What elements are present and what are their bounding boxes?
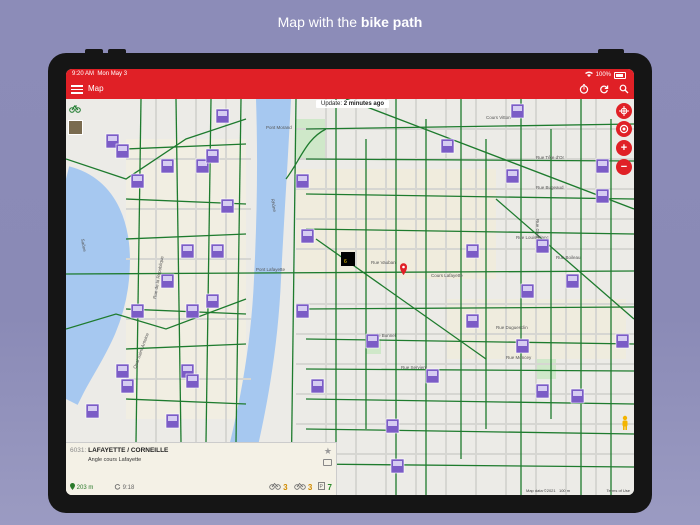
page-caption: Map with the bike path xyxy=(0,14,700,30)
station-marker-top xyxy=(118,146,127,151)
station-marker-top xyxy=(508,171,517,176)
station-distance: 203 m xyxy=(70,483,93,491)
app-toolbar: Map xyxy=(66,79,634,99)
station-marker-top xyxy=(183,366,192,371)
selected-station-bikes: 6 xyxy=(344,259,347,265)
station-address: Angle cours Lafayette xyxy=(88,457,142,463)
station-marker-top xyxy=(133,176,142,181)
map-label: Rue Vauban xyxy=(371,260,396,265)
pegman-icon[interactable] xyxy=(620,415,630,431)
station-marker-top xyxy=(198,161,207,166)
target-icon[interactable] xyxy=(616,121,632,137)
zoom-out-button[interactable]: − xyxy=(616,159,632,175)
station-marker-top xyxy=(188,306,197,311)
station-marker-top xyxy=(188,376,197,381)
battery-icon xyxy=(614,71,626,79)
refresh-icon[interactable] xyxy=(598,83,610,95)
station-marker-top xyxy=(598,191,607,196)
station-marker-top xyxy=(303,231,312,236)
station-marker-top xyxy=(213,246,222,251)
ebike-icon xyxy=(293,482,306,490)
station-marker-top xyxy=(538,386,547,391)
station-marker-top xyxy=(468,316,477,321)
ebike-count: 3 xyxy=(293,482,312,492)
station-marker-top xyxy=(123,381,132,386)
sync-icon xyxy=(114,484,121,490)
wifi-icon xyxy=(584,71,593,79)
station-marker-top xyxy=(393,461,402,466)
locate-icon[interactable] xyxy=(616,103,632,119)
station-marker-top xyxy=(513,106,522,111)
caption-prefix: Map with the xyxy=(277,14,361,30)
station-marker-top xyxy=(523,286,532,291)
station-updated: 9:18 xyxy=(114,483,134,491)
map-label: Rue Boileau xyxy=(556,255,581,260)
station-marker-top xyxy=(163,276,172,281)
station-marker-top xyxy=(568,276,577,281)
station-marker-top xyxy=(468,246,477,251)
map-data-attribution: Map data ©2021 100 m xyxy=(526,488,571,493)
station-marker-top xyxy=(518,341,527,346)
toolbar-title: Map xyxy=(88,84,104,93)
station-marker-top xyxy=(368,336,377,341)
parking-icon: P xyxy=(318,482,326,490)
card-icon xyxy=(323,459,332,466)
bike-icon xyxy=(269,482,281,490)
location-pin-icon xyxy=(70,483,75,490)
station-marker-top xyxy=(218,111,227,116)
map-view[interactable]: Cours Vitton Rue Vauban Cours Lafayette … xyxy=(66,99,634,495)
station-marker-top xyxy=(208,296,217,301)
map-label: Pont Morand xyxy=(266,125,292,130)
menu-icon[interactable] xyxy=(71,83,83,95)
station-counts: 3 3 P 7 xyxy=(269,482,332,492)
map-label: Rue Bugeaud xyxy=(536,185,564,190)
station-marker-top xyxy=(298,176,307,181)
station-marker-top xyxy=(538,241,547,246)
map-label: Rue Moncey xyxy=(506,355,532,360)
favorite-star-icon[interactable]: ★ xyxy=(324,446,332,457)
caption-bold: bike path xyxy=(360,14,423,30)
map-label: Rue Tête d'Or xyxy=(536,155,565,160)
map-label: Cours Vitton xyxy=(486,115,511,120)
station-marker-top xyxy=(443,141,452,146)
stand-count: P 7 xyxy=(318,482,332,492)
map-label: Rue Duguesclin xyxy=(496,325,528,330)
zoom-in-button[interactable]: + xyxy=(616,140,632,156)
station-marker-top xyxy=(163,161,172,166)
update-banner: Update: 2 minutes ago xyxy=(316,100,390,108)
status-right: 100% xyxy=(584,71,626,79)
station-marker-top xyxy=(133,306,142,311)
station-marker-top xyxy=(618,336,627,341)
map-layer-thumbnail[interactable] xyxy=(68,120,83,135)
station-marker-top xyxy=(223,201,232,206)
status-time: 9:20 AM Mon May 3 xyxy=(72,71,128,77)
map-label: Pont Lafayette xyxy=(256,267,286,272)
app-screen: 9:20 AM Mon May 3 100% Map Cours Vitton … xyxy=(66,69,634,495)
map-label: Rue Servient xyxy=(401,365,428,370)
station-marker-top xyxy=(428,371,437,376)
station-marker-top xyxy=(388,421,397,426)
station-marker-top xyxy=(183,246,192,251)
bike-legend-icon[interactable] xyxy=(69,101,81,113)
bike-count: 3 xyxy=(269,482,288,492)
terms-link[interactable]: Terms of Use xyxy=(606,488,630,493)
station-marker-top xyxy=(208,151,217,156)
status-bar: 9:20 AM Mon May 3 100% xyxy=(66,69,634,79)
station-marker-top xyxy=(108,136,117,141)
station-marker-top xyxy=(573,391,582,396)
station-marker-top xyxy=(118,366,127,371)
search-icon[interactable] xyxy=(618,83,630,95)
battery-percent: 100% xyxy=(595,72,611,78)
station-marker-top xyxy=(313,381,322,386)
map-label: Cours Lafayette xyxy=(431,273,463,278)
station-card[interactable]: 6031: LAFAYETTE / CORNEILLE Angle cours … xyxy=(66,442,337,495)
station-title: 6031: LAFAYETTE / CORNEILLE xyxy=(70,447,169,454)
station-marker-top xyxy=(598,161,607,166)
timer-icon[interactable] xyxy=(578,83,590,95)
station-marker-top xyxy=(168,416,177,421)
station-marker-top xyxy=(88,406,97,411)
station-marker-top xyxy=(298,306,307,311)
